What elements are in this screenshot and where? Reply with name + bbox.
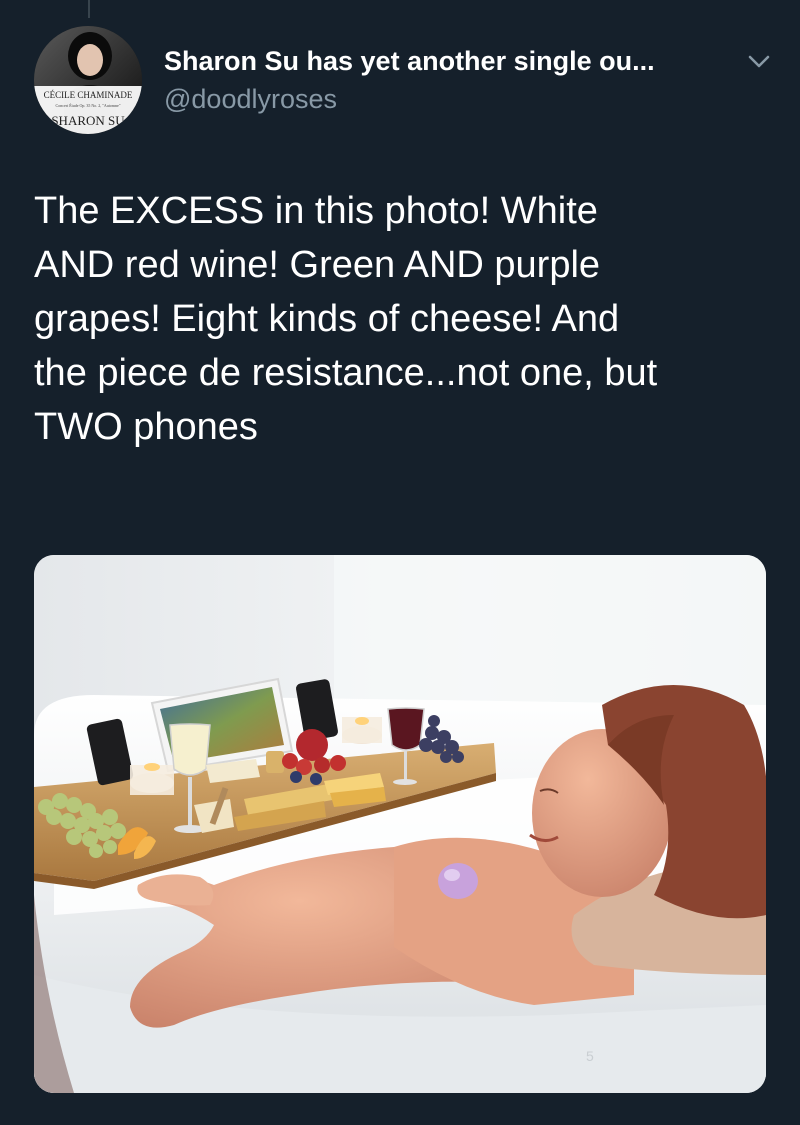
tweet-text-line: TWO phones [34, 406, 258, 448]
tweet-text-line: grapes! Eight kinds of cheese! And [34, 298, 620, 340]
avatar-image: CÉCILE CHAMINADE Concert Étude Op. 35 No… [34, 26, 142, 134]
tweet-text-line: AND red wine! Green AND purple [34, 244, 601, 286]
tweet-text-line: The EXCESS in this photo! White [34, 190, 598, 232]
tweet-header: CÉCILE CHAMINADE Concert Étude Op. 35 No… [34, 26, 770, 138]
bath-tray-photo: 5 [34, 555, 766, 1093]
avatar-text-line3: SHARON SU [51, 113, 125, 128]
tweet-text: The EXCESS in this photo! White AND red … [34, 184, 774, 454]
tweet-photo[interactable]: 5 [34, 555, 766, 1093]
user-handle[interactable]: @doodlyroses [164, 84, 337, 115]
chevron-down-icon[interactable] [748, 54, 770, 70]
photo-corner-mark: 5 [586, 1048, 594, 1064]
thread-connector-line [88, 0, 90, 18]
avatar-text-line1: CÉCILE CHAMINADE [44, 90, 133, 100]
avatar[interactable]: CÉCILE CHAMINADE Concert Étude Op. 35 No… [34, 26, 142, 134]
display-name[interactable]: Sharon Su has yet another single ou... [164, 46, 655, 77]
tweet-text-line: the piece de resistance...not one, but [34, 352, 658, 394]
